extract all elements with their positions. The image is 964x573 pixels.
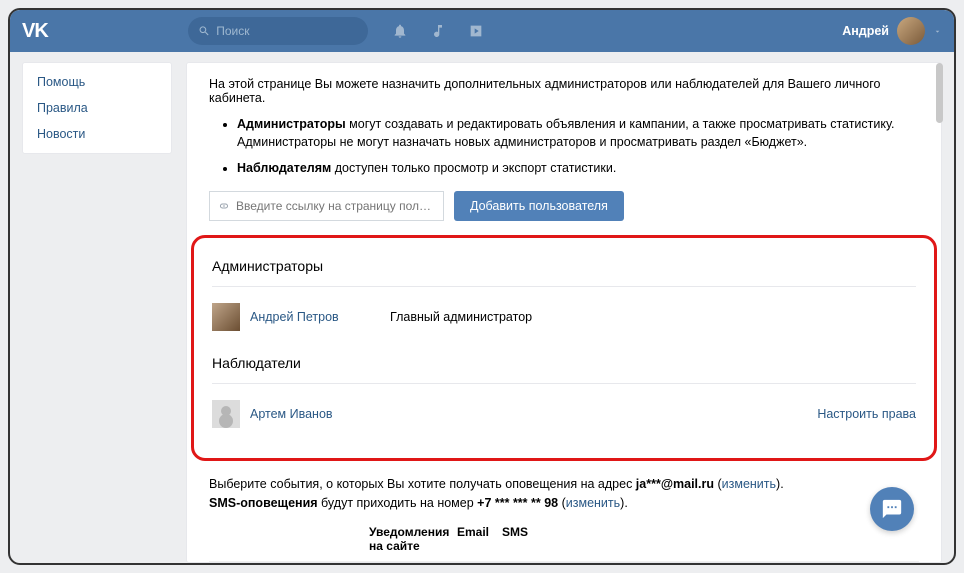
sidebar-item-rules[interactable]: Правила	[23, 95, 171, 121]
role-description-list: Администраторы могут создавать и редакти…	[209, 115, 919, 177]
username: Андрей	[842, 24, 889, 38]
search-icon	[198, 24, 210, 38]
col-email: Email	[457, 525, 502, 553]
configure-rights-link[interactable]: Настроить права	[817, 407, 916, 421]
avatar	[897, 17, 925, 45]
intro-text: На этой странице Вы можете назначить доп…	[209, 77, 919, 105]
add-user-button[interactable]: Добавить пользователя	[454, 191, 624, 221]
admin-name[interactable]: Андрей Петров	[250, 310, 380, 324]
col-site: Уведомления на сайте	[369, 525, 457, 553]
admin-row: Андрей Петров Главный администратор	[212, 299, 916, 345]
sidebar: Помощь Правила Новости	[22, 62, 172, 154]
vk-logo[interactable]: VK	[22, 20, 48, 43]
notifications-table: Уведомления на сайте Email SMS Действия …	[209, 525, 919, 563]
admins-heading: Администраторы	[212, 248, 916, 286]
change-phone-link[interactable]: изменить	[566, 496, 620, 510]
observers-heading: Наблюдатели	[212, 345, 916, 383]
top-icons	[392, 23, 484, 39]
admin-role: Главный администратор	[390, 310, 532, 324]
observer-row: Артем Иванов Настроить права	[212, 396, 916, 442]
observer-name[interactable]: Артем Иванов	[250, 407, 380, 421]
notifications-intro: Выберите события, о которых Вы хотите по…	[209, 475, 919, 513]
chat-fab[interactable]	[870, 487, 914, 531]
change-email-link[interactable]: изменить	[722, 477, 776, 491]
scrollbar[interactable]	[936, 63, 943, 123]
chat-icon	[881, 498, 903, 520]
link-icon	[218, 200, 230, 212]
sidebar-item-help[interactable]: Помощь	[23, 69, 171, 95]
add-user-input-wrap[interactable]	[209, 191, 444, 221]
user-menu[interactable]: Андрей	[842, 17, 942, 45]
video-icon[interactable]	[468, 23, 484, 39]
sidebar-item-news[interactable]: Новости	[23, 121, 171, 147]
observer-description: Наблюдателям доступен только просмотр и …	[237, 159, 919, 177]
search-box[interactable]	[188, 17, 368, 45]
add-user-row: Добавить пользователя	[209, 191, 919, 221]
col-sms: SMS	[502, 525, 547, 553]
chevron-down-icon	[933, 27, 942, 36]
music-icon[interactable]	[430, 23, 446, 39]
admin-description: Администраторы могут создавать и редакти…	[237, 115, 919, 151]
highlighted-users-box: Администраторы Андрей Петров Главный адм…	[191, 235, 937, 461]
add-user-input[interactable]	[236, 199, 435, 213]
top-bar: VK Андрей	[10, 10, 954, 52]
search-input[interactable]	[216, 24, 358, 38]
main-panel: На этой странице Вы можете назначить доп…	[186, 62, 942, 563]
observer-avatar	[212, 400, 240, 428]
bell-icon[interactable]	[392, 23, 408, 39]
admin-avatar	[212, 303, 240, 331]
notification-row: Действия с бюджетом	[209, 561, 919, 563]
